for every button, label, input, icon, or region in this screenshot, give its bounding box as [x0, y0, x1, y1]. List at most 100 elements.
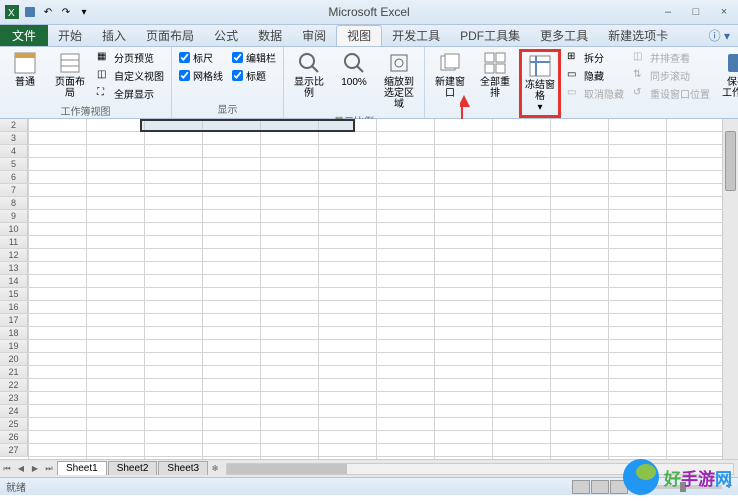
titlebar: X ↶ ↷ ▾ Microsoft Excel – □ × — [0, 0, 738, 25]
row-header[interactable]: 3 — [0, 132, 28, 144]
sheet-nav-prev[interactable]: ◀ — [14, 461, 28, 477]
window-controls: – □ × — [654, 3, 738, 21]
sheet-tab-Sheet1[interactable]: Sheet1 — [57, 461, 107, 475]
row-header[interactable]: 26 — [0, 431, 28, 443]
view-side-by-side-button[interactable]: ◫并排查看 — [630, 49, 713, 66]
redo-icon[interactable]: ↷ — [58, 4, 74, 20]
row-header[interactable]: 15 — [0, 288, 28, 300]
headings-checkbox[interactable]: 标题 — [229, 67, 279, 84]
save-icon[interactable] — [22, 4, 38, 20]
row-header[interactable]: 6 — [0, 171, 28, 183]
row-header[interactable]: 14 — [0, 275, 28, 287]
row-header[interactable]: 16 — [0, 301, 28, 313]
row-header[interactable]: 12 — [0, 249, 28, 261]
tab-公式[interactable]: 公式 — [204, 26, 248, 46]
tab-插入[interactable]: 插入 — [92, 26, 136, 46]
freeze-panes-button[interactable]: 冻结窗格▾ — [519, 49, 561, 118]
row-header[interactable]: 5 — [0, 158, 28, 170]
ruler-checkbox[interactable]: 标尺 — [176, 49, 226, 66]
row-header[interactable]: 17 — [0, 314, 28, 326]
help-icon[interactable]: ⓘ ▾ — [701, 24, 738, 47]
excel-icon: X — [4, 4, 20, 20]
watermark-logo-icon — [622, 458, 660, 496]
zoom-100-button[interactable]: 100% — [333, 49, 375, 90]
tab-PDF工具集[interactable]: PDF工具集 — [450, 26, 530, 46]
tab-开始[interactable]: 开始 — [48, 26, 92, 46]
split-button[interactable]: ⊞拆分 — [564, 49, 627, 66]
row-header[interactable]: 4 — [0, 145, 28, 157]
sheet-tab-Sheet3[interactable]: Sheet3 — [158, 461, 208, 475]
menubar: 文件 开始插入页面布局公式数据审阅视图开发工具PDF工具集更多工具新建选项卡 ⓘ… — [0, 25, 738, 47]
reset-window-position-button[interactable]: ↺重设窗口位置 — [630, 85, 713, 102]
row-header[interactable]: 18 — [0, 327, 28, 339]
ribbon-group-window: 新建窗口 全部重排 冻结窗格▾ ⊞拆分 ▭隐藏 ▭取消隐藏 ◫并排查看 ⇅同步滚… — [425, 47, 738, 118]
svg-text:X: X — [8, 8, 15, 19]
ribbon: 普通 页面布局 ▦分页预览 ◫自定义视图 ⛶全屏显示 工作簿视图 标尺 网格线 … — [0, 47, 738, 119]
watermark-text: 好手游网 — [664, 465, 732, 490]
normal-view-status-button[interactable] — [572, 480, 590, 494]
maximize-button[interactable]: □ — [682, 3, 710, 21]
group-label: 工作簿视图 — [4, 102, 167, 118]
vertical-scrollbar[interactable] — [722, 119, 738, 459]
row-header[interactable]: 2 — [0, 119, 28, 131]
page-break-preview-button[interactable]: ▦分页预览 — [94, 49, 167, 66]
group-label: 显示 — [176, 100, 279, 116]
undo-icon[interactable]: ↶ — [40, 4, 56, 20]
close-button[interactable]: × — [710, 3, 738, 21]
tab-新建选项卡[interactable]: 新建选项卡 — [598, 26, 678, 46]
tab-页面布局[interactable]: 页面布局 — [136, 26, 204, 46]
full-screen-button[interactable]: ⛶全屏显示 — [94, 85, 167, 102]
sheet-tab-Sheet2[interactable]: Sheet2 — [108, 461, 158, 475]
row-header[interactable]: 10 — [0, 223, 28, 235]
hide-button[interactable]: ▭隐藏 — [564, 67, 627, 84]
new-sheet-button[interactable]: ✻ — [208, 461, 222, 477]
zoom-to-selection-button[interactable]: 缩放到选定区域 — [378, 49, 420, 112]
quick-access-toolbar: X ↶ ↷ ▾ — [0, 2, 96, 22]
row-header[interactable]: 23 — [0, 392, 28, 404]
custom-views-button[interactable]: ◫自定义视图 — [94, 67, 167, 84]
scrollbar-thumb[interactable] — [227, 464, 347, 474]
tab-开发工具[interactable]: 开发工具 — [382, 26, 450, 46]
minimize-button[interactable]: – — [654, 3, 682, 21]
zoom-button[interactable]: 显示比例 — [288, 49, 330, 101]
save-workspace-button[interactable]: 保存工作区 — [716, 49, 738, 101]
sheet-nav-first[interactable]: ⏮ — [0, 461, 14, 477]
row-header[interactable]: 27 — [0, 444, 28, 456]
row-header[interactable]: 11 — [0, 236, 28, 248]
row-header[interactable]: 22 — [0, 379, 28, 391]
ribbon-group-zoom: 显示比例 100% 缩放到选定区域 显示比例 — [284, 47, 425, 118]
scrollbar-thumb[interactable] — [725, 131, 736, 191]
row-header[interactable]: 9 — [0, 210, 28, 222]
app-title: Microsoft Excel — [328, 5, 409, 19]
sync-scroll-button[interactable]: ⇅同步滚动 — [630, 67, 713, 84]
ribbon-group-workbook-views: 普通 页面布局 ▦分页预览 ◫自定义视图 ⛶全屏显示 工作簿视图 — [0, 47, 172, 118]
row-header[interactable]: 13 — [0, 262, 28, 274]
file-tab[interactable]: 文件 — [0, 25, 48, 46]
row-header[interactable]: 7 — [0, 184, 28, 196]
qat-dropdown-icon[interactable]: ▾ — [76, 4, 92, 20]
row-header[interactable]: 25 — [0, 418, 28, 430]
row-header[interactable]: 24 — [0, 405, 28, 417]
row-header[interactable]: 20 — [0, 353, 28, 365]
new-window-button[interactable]: 新建窗口 — [429, 49, 471, 101]
tab-数据[interactable]: 数据 — [248, 26, 292, 46]
normal-view-button[interactable]: 普通 — [4, 49, 46, 90]
arrange-all-button[interactable]: 全部重排 — [474, 49, 516, 101]
sheet-nav-last[interactable]: ⏭ — [42, 461, 56, 477]
row-header[interactable]: 8 — [0, 197, 28, 209]
spreadsheet-grid[interactable]: 2345678910111213141516171819202122232425… — [0, 119, 738, 459]
cell-selection — [140, 119, 355, 132]
page-layout-status-button[interactable] — [591, 480, 609, 494]
ribbon-group-show: 标尺 网格线 编辑栏 标题 显示 — [172, 47, 284, 118]
tab-更多工具[interactable]: 更多工具 — [530, 26, 598, 46]
sheet-nav-next[interactable]: ▶ — [28, 461, 42, 477]
gridlines-checkbox[interactable]: 网格线 — [176, 67, 226, 84]
page-layout-button[interactable]: 页面布局 — [49, 49, 91, 101]
unhide-button[interactable]: ▭取消隐藏 — [564, 85, 627, 102]
tab-视图[interactable]: 视图 — [336, 25, 382, 46]
status-text: 就绪 — [6, 479, 26, 494]
row-header[interactable]: 21 — [0, 366, 28, 378]
row-header[interactable]: 19 — [0, 340, 28, 352]
tab-审阅[interactable]: 审阅 — [292, 26, 336, 46]
formula-bar-checkbox[interactable]: 编辑栏 — [229, 49, 279, 66]
